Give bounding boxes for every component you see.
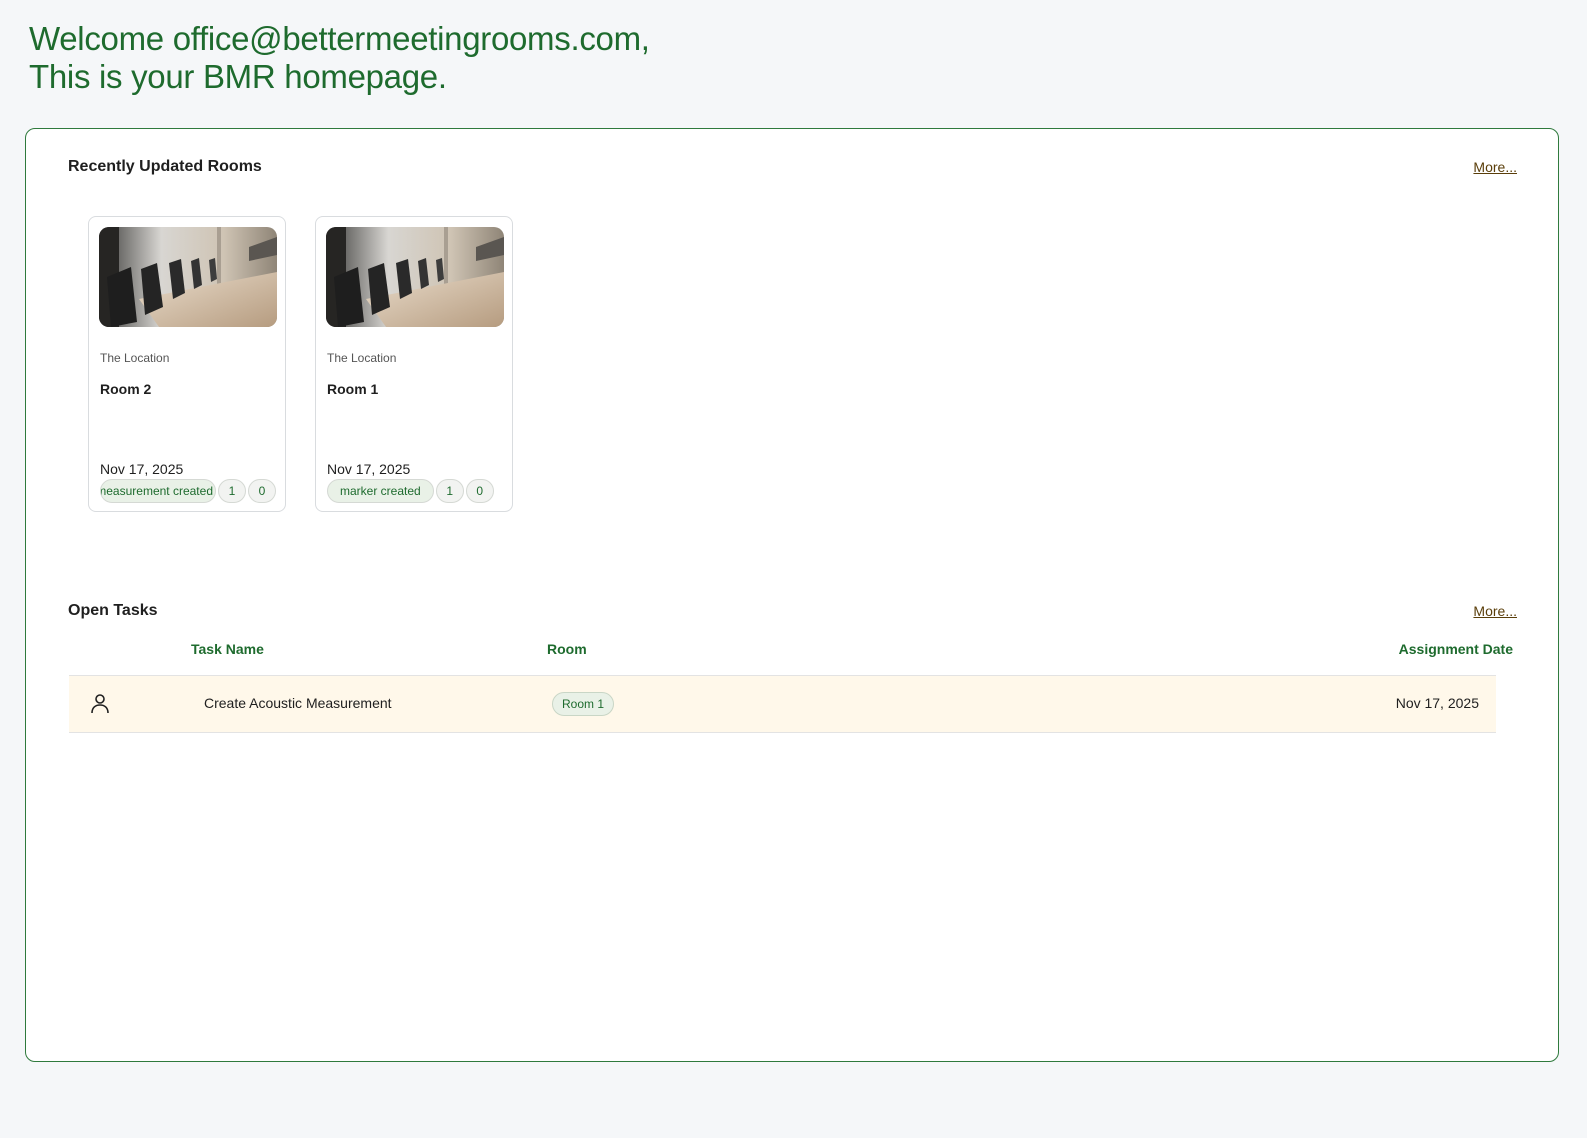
room-name: Room 1 xyxy=(327,381,379,397)
welcome-line-1: Welcome office@bettermeetingrooms.com, xyxy=(29,20,650,57)
recent-rooms-title: Recently Updated Rooms xyxy=(68,158,262,175)
room-location: The Location xyxy=(100,351,170,365)
welcome-heading: Welcome office@bettermeetingrooms.com, T… xyxy=(29,20,650,96)
room-badge[interactable]: Room 1 xyxy=(552,692,615,716)
room-card-room-1[interactable]: The Location Room 1 Nov 17, 2025 marker … xyxy=(315,216,513,512)
room-badges: acoustic measurement created 1 0 xyxy=(100,479,280,503)
count-badge-1: 1 xyxy=(218,479,246,503)
dashboard-panel: Recently Updated Rooms More... The Locat… xyxy=(25,128,1559,1062)
column-header-task-name[interactable]: Task Name xyxy=(191,641,264,657)
open-tasks-title: Open Tasks xyxy=(68,602,158,619)
room-card-room-2[interactable]: The Location Room 2 Nov 17, 2025 acousti… xyxy=(88,216,286,512)
room-badges: marker created 1 0 xyxy=(327,479,507,503)
assignment-date: Nov 17, 2025 xyxy=(1395,695,1479,711)
recent-rooms-more-link[interactable]: More... xyxy=(1473,159,1517,175)
activity-tag-badge: acoustic measurement created xyxy=(100,479,216,503)
task-name: Create Acoustic Measurement xyxy=(204,695,392,711)
user-icon xyxy=(91,694,109,714)
activity-tag-badge: marker created xyxy=(327,479,434,503)
room-photo xyxy=(326,227,504,327)
room-updated-date: Nov 17, 2025 xyxy=(327,461,411,477)
count-badge-2: 0 xyxy=(248,479,276,503)
room-location: The Location xyxy=(327,351,397,365)
room-name: Room 2 xyxy=(100,381,152,397)
table-row[interactable]: Create Acoustic Measurement Room 1 Nov 1… xyxy=(69,676,1496,733)
count-badge-1: 1 xyxy=(435,479,464,503)
column-header-room[interactable]: Room xyxy=(547,641,587,657)
room-photo xyxy=(99,227,277,327)
open-tasks-more-link[interactable]: More... xyxy=(1473,603,1517,619)
column-header-assignment-date[interactable]: Assignment Date xyxy=(1399,641,1513,657)
welcome-line-2: This is your BMR homepage. xyxy=(29,58,447,95)
count-badge-2: 0 xyxy=(465,479,494,503)
room-updated-date: Nov 17, 2025 xyxy=(100,461,184,477)
